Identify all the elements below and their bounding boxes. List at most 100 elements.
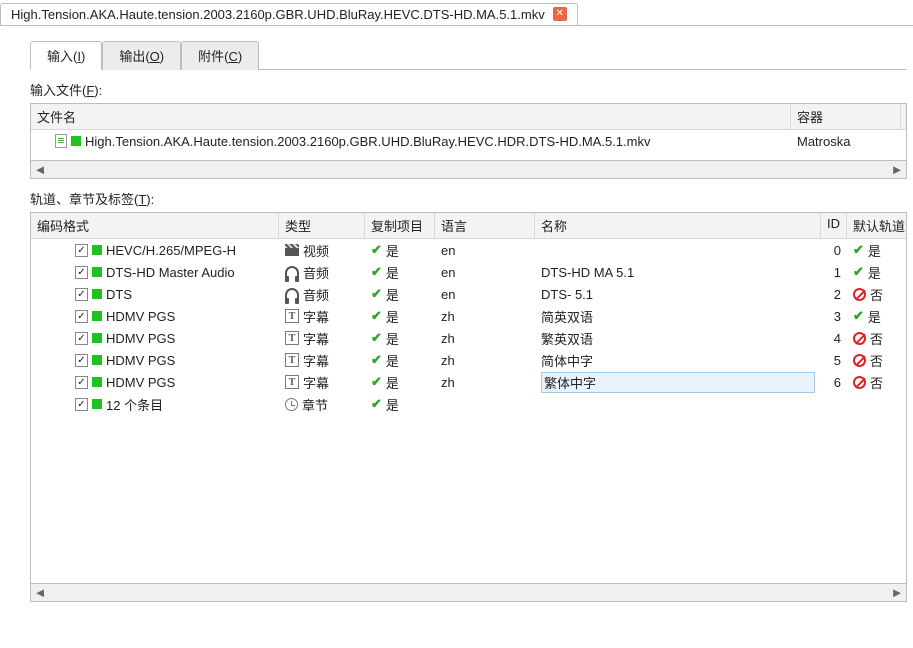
track-type: 视频 xyxy=(303,241,329,260)
files-hscrollbar[interactable]: ◄ ► xyxy=(30,161,907,179)
column-id[interactable]: ID xyxy=(821,213,847,238)
track-copy: 是 xyxy=(386,241,399,260)
track-checkbox[interactable]: ✓ xyxy=(75,288,88,301)
column-container[interactable]: 容器 xyxy=(791,104,901,129)
check-icon: ✔ xyxy=(371,264,382,280)
track-default: 是 xyxy=(868,307,881,326)
track-row[interactable]: ✓HDMV PGST字幕✔是zh简体中字5否 xyxy=(31,349,906,371)
video-icon xyxy=(285,244,299,256)
main-panel: 输入(I) 输出(O) 附件(C) 输入文件(F): 文件名 容器 High.T… xyxy=(0,26,913,608)
track-checkbox[interactable]: ✓ xyxy=(75,354,88,367)
track-codec: 12 个条目 xyxy=(106,395,163,414)
window-file-tab[interactable]: High.Tension.AKA.Haute.tension.2003.2160… xyxy=(0,3,578,25)
track-codec: HEVC/H.265/MPEG-H xyxy=(106,243,236,258)
status-icon xyxy=(92,355,102,365)
check-icon: ✔ xyxy=(853,264,864,280)
tab-attachments[interactable]: 附件(C) xyxy=(181,41,259,70)
ban-icon xyxy=(853,354,866,367)
ban-icon xyxy=(853,288,866,301)
track-row[interactable]: ✓DTS-HD Master Audio音频✔是enDTS-HD MA 5.11… xyxy=(31,261,906,283)
track-checkbox[interactable]: ✓ xyxy=(75,310,88,323)
column-language[interactable]: 语言 xyxy=(435,213,535,238)
track-id: 1 xyxy=(821,263,847,282)
track-type: 章节 xyxy=(302,395,328,414)
track-copy: 是 xyxy=(386,395,399,414)
track-row[interactable]: ✓HDMV PGST字幕✔是zh繁英双语4否 xyxy=(31,327,906,349)
scroll-left-icon[interactable]: ◄ xyxy=(31,161,49,178)
scroll-track[interactable] xyxy=(49,161,888,178)
input-files-label: 输入文件(F): xyxy=(30,80,907,99)
input-files-header: 文件名 容器 xyxy=(31,104,906,130)
track-row[interactable]: ✓HEVC/H.265/MPEG-H视频✔是en0✔是 xyxy=(31,239,906,261)
audio-icon xyxy=(285,266,299,278)
status-icon xyxy=(92,333,102,343)
track-checkbox[interactable]: ✓ xyxy=(75,398,88,411)
tracks-body[interactable]: ✓HEVC/H.265/MPEG-H视频✔是en0✔是✓DTS-HD Maste… xyxy=(31,239,906,415)
track-checkbox[interactable]: ✓ xyxy=(75,332,88,345)
scroll-right-icon[interactable]: ► xyxy=(888,584,906,601)
ban-icon xyxy=(853,376,866,389)
track-id: 4 xyxy=(821,329,847,348)
column-name[interactable]: 名称 xyxy=(535,213,821,238)
track-copy: 是 xyxy=(386,351,399,370)
subtitle-icon: T xyxy=(285,331,299,345)
track-type: 字幕 xyxy=(303,351,329,370)
scroll-right-icon[interactable]: ► xyxy=(888,161,906,178)
track-copy: 是 xyxy=(386,373,399,392)
scroll-track[interactable] xyxy=(49,584,888,601)
file-row[interactable]: High.Tension.AKA.Haute.tension.2003.2160… xyxy=(31,130,906,152)
track-default: 否 xyxy=(870,373,883,392)
column-default[interactable]: 默认轨道 xyxy=(847,213,913,238)
track-name: 繁英双语 xyxy=(541,329,593,348)
track-name: 简英双语 xyxy=(541,307,593,326)
tracks-grid: 编码格式 类型 复制项目 语言 名称 ID 默认轨道 强 ✓ HEVC/H.265… xyxy=(30,212,907,584)
tracks-header: 编码格式 类型 复制项目 语言 名称 ID 默认轨道 强 xyxy=(31,213,906,239)
track-row[interactable]: ✓HDMV PGST字幕✔是zh简英双语3✔是 xyxy=(31,305,906,327)
status-icon xyxy=(92,245,102,255)
column-codec[interactable]: 编码格式 xyxy=(31,213,279,238)
track-id: 5 xyxy=(821,351,847,370)
track-codec: HDMV PGS xyxy=(106,375,175,390)
column-type[interactable]: 类型 xyxy=(279,213,365,238)
track-name-edit[interactable]: 繁体中字 xyxy=(541,372,815,393)
track-type: 字幕 xyxy=(303,329,329,348)
track-row[interactable]: ✓DTS音频✔是enDTS- 5.12否 xyxy=(31,283,906,305)
track-row[interactable]: ✓ 12 个条目 章节 ✔是 xyxy=(31,393,906,415)
tab-input[interactable]: 输入(I) xyxy=(30,41,102,70)
check-icon: ✔ xyxy=(371,242,382,258)
close-icon[interactable]: ✕ xyxy=(553,7,567,21)
column-filename[interactable]: 文件名 xyxy=(31,104,791,129)
check-icon: ✔ xyxy=(371,374,382,390)
track-language: zh xyxy=(435,329,535,348)
check-icon: ✔ xyxy=(371,396,382,412)
status-icon xyxy=(92,377,102,387)
chapter-icon xyxy=(285,398,298,411)
scroll-left-icon[interactable]: ◄ xyxy=(31,584,49,601)
mode-tabstrip: 输入(I) 输出(O) 附件(C) xyxy=(30,40,907,70)
track-id: 2 xyxy=(821,285,847,304)
tracks-hscrollbar[interactable]: ◄ ► xyxy=(30,584,907,602)
track-checkbox[interactable]: ✓ xyxy=(75,376,88,389)
track-copy: 是 xyxy=(386,307,399,326)
track-language: zh xyxy=(435,307,535,326)
input-files-body[interactable]: High.Tension.AKA.Haute.tension.2003.2160… xyxy=(31,130,906,152)
track-codec: DTS-HD Master Audio xyxy=(106,265,235,280)
track-checkbox[interactable]: ✓ xyxy=(75,266,88,279)
input-files-grid: 文件名 容器 High.Tension.AKA.Haute.tension.20… xyxy=(30,103,907,161)
track-language: zh xyxy=(435,351,535,370)
track-type: 音频 xyxy=(303,263,329,282)
check-icon: ✔ xyxy=(853,242,864,258)
subtitle-icon: T xyxy=(285,353,299,367)
track-language: en xyxy=(435,263,535,282)
ban-icon xyxy=(853,332,866,345)
tab-output[interactable]: 输出(O) xyxy=(102,41,181,70)
track-type: 字幕 xyxy=(303,373,329,392)
track-codec: HDMV PGS xyxy=(106,309,175,324)
track-row[interactable]: ✓HDMV PGST字幕✔是zh繁体中字6否 xyxy=(31,371,906,393)
track-checkbox[interactable]: ✓ xyxy=(75,244,88,257)
tracks-label: 轨道、章节及标签(T): xyxy=(30,189,907,208)
column-copy[interactable]: 复制项目 xyxy=(365,213,435,238)
track-codec: DTS xyxy=(106,287,132,302)
track-default: 否 xyxy=(870,285,883,304)
track-name: DTS- 5.1 xyxy=(541,287,593,302)
